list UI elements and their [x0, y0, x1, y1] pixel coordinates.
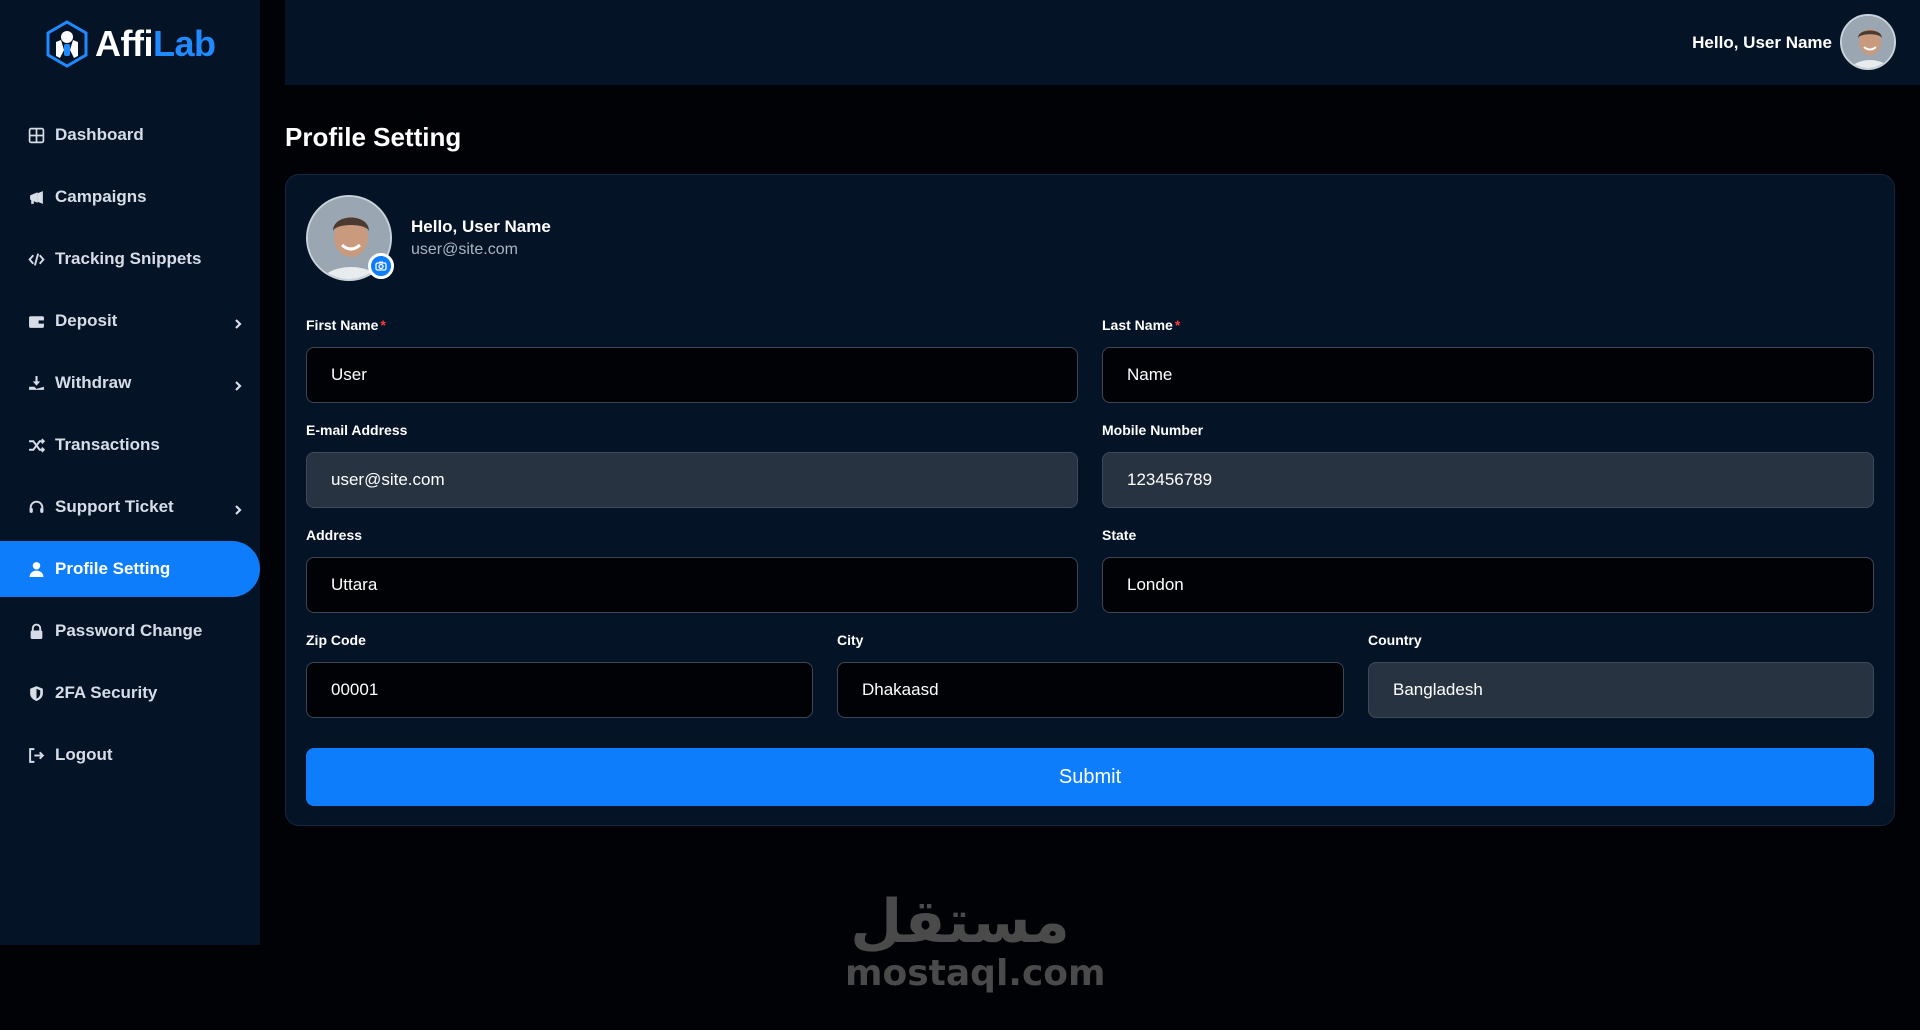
sidebar-nav: Dashboard Campaigns Tracking Snippets De…: [0, 107, 260, 789]
change-photo-button[interactable]: [368, 253, 394, 279]
sidebar-item-logout[interactable]: Logout: [0, 727, 260, 783]
state-label: State: [1102, 527, 1137, 543]
camera-icon: [375, 261, 387, 271]
email-group: E-mail Address: [306, 422, 1078, 508]
last-name-group: Last Name *: [1102, 317, 1874, 403]
first-name-group: First Name *: [306, 317, 1078, 403]
profile-card: Hello, User Name user@site.com First Nam…: [285, 174, 1895, 826]
sidebar-item-withdraw[interactable]: Withdraw: [0, 355, 260, 411]
sidebar-item-support-ticket[interactable]: Support Ticket: [0, 479, 260, 535]
watermark: مستقل mostaql.com: [845, 887, 1106, 994]
watermark-latin: mostaql.com: [845, 953, 1106, 994]
sidebar: AffiLab Dashboard Campaigns Tracking Sni…: [0, 0, 260, 945]
required-marker: *: [1174, 317, 1181, 333]
sidebar-item-label: Logout: [55, 745, 113, 764]
sidebar-item-label: Dashboard: [55, 125, 144, 144]
headset-icon: [27, 498, 45, 516]
sidebar-item-label: Support Ticket: [55, 497, 174, 516]
sidebar-item-2fa-security[interactable]: 2FA Security: [0, 665, 260, 721]
topbar: Hello, User Name: [285, 0, 1920, 85]
profile-name: Hello, User Name: [411, 217, 551, 236]
logout-icon: [27, 746, 45, 764]
zip-group: Zip Code: [306, 632, 813, 718]
mobile-group: Mobile Number: [1102, 422, 1874, 508]
chevron-right-icon: [232, 315, 244, 329]
city-group: City: [837, 632, 1344, 718]
brand-logo[interactable]: AffiLab: [45, 20, 216, 68]
avatar-image: [1842, 16, 1894, 68]
country-group: Country: [1368, 632, 1874, 718]
brand-name-part1: Affi: [95, 23, 153, 64]
submit-button[interactable]: Submit: [306, 748, 1874, 806]
sidebar-item-label: Tracking Snippets: [55, 249, 202, 268]
sidebar-item-password-change[interactable]: Password Change: [0, 603, 260, 659]
address-label: Address: [306, 527, 363, 543]
email-field[interactable]: [306, 452, 1078, 508]
chevron-right-icon: [232, 377, 244, 391]
zip-label: Zip Code: [306, 632, 366, 648]
sidebar-item-label: Withdraw: [55, 373, 132, 392]
watermark-arabic: مستقل: [850, 887, 1070, 957]
sidebar-item-label: Transactions: [55, 435, 160, 454]
address-field[interactable]: [306, 557, 1078, 613]
brand-name-part2: Lab: [152, 23, 216, 64]
wallet-icon: [27, 312, 45, 330]
sidebar-item-label: Campaigns: [55, 187, 147, 206]
megaphone-icon: [27, 188, 45, 206]
state-group: State: [1102, 527, 1874, 613]
lock-icon: [27, 622, 45, 640]
avatar[interactable]: [1840, 14, 1896, 70]
page-title: Profile Setting: [285, 122, 462, 152]
country-label: Country: [1368, 632, 1422, 648]
country-field[interactable]: [1368, 662, 1874, 718]
sidebar-item-profile-setting[interactable]: Profile Setting: [0, 541, 260, 597]
code-icon: [27, 250, 45, 268]
sidebar-item-campaigns[interactable]: Campaigns: [0, 169, 260, 225]
sidebar-item-label: Deposit: [55, 311, 118, 330]
city-label: City: [837, 632, 864, 648]
state-field[interactable]: [1102, 557, 1874, 613]
user-icon: [27, 560, 45, 578]
sidebar-item-tracking-snippets[interactable]: Tracking Snippets: [0, 231, 260, 287]
first-name-label: First Name *: [306, 317, 386, 333]
shield-icon: [27, 684, 45, 702]
dashboard-icon: [27, 126, 45, 144]
header-greeting: Hello, User Name: [1692, 33, 1832, 52]
last-name-field[interactable]: [1102, 347, 1874, 403]
shuffle-icon: [27, 436, 45, 454]
email-label: E-mail Address: [306, 422, 408, 438]
sidebar-item-label: Password Change: [55, 621, 203, 640]
logo-mark-icon: [46, 20, 88, 68]
sidebar-item-deposit[interactable]: Deposit: [0, 293, 260, 349]
mobile-label: Mobile Number: [1102, 422, 1204, 438]
chevron-right-icon: [232, 501, 244, 515]
sidebar-item-transactions[interactable]: Transactions: [0, 417, 260, 473]
first-name-field[interactable]: [306, 347, 1078, 403]
city-field[interactable]: [837, 662, 1344, 718]
sidebar-item-label: 2FA Security: [55, 683, 158, 702]
withdraw-icon: [27, 374, 45, 392]
mobile-field[interactable]: [1102, 452, 1874, 508]
sidebar-item-label: Profile Setting: [55, 559, 171, 578]
profile-email: user@site.com: [411, 241, 518, 258]
required-marker: *: [380, 317, 386, 333]
zip-field[interactable]: [306, 662, 813, 718]
last-name-label: Last Name *: [1102, 317, 1181, 333]
address-group: Address: [306, 527, 1078, 613]
sidebar-item-dashboard[interactable]: Dashboard: [0, 107, 260, 163]
